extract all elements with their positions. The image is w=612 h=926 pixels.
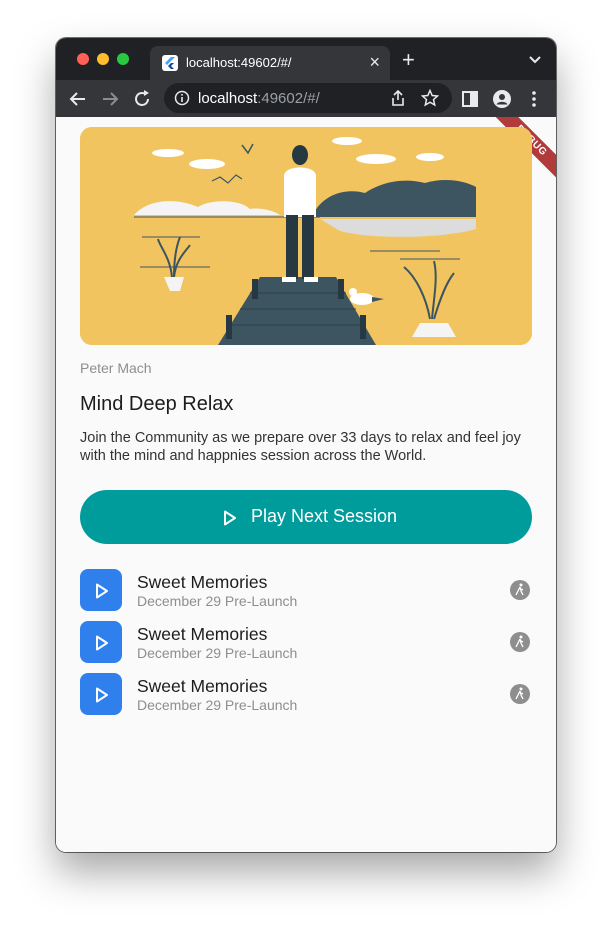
browser-menu-icon[interactable] [524, 89, 544, 109]
walking-person-icon[interactable] [510, 632, 530, 652]
play-icon [96, 583, 108, 599]
list-item-subtitle: December 29 Pre-Launch [137, 593, 298, 609]
share-icon[interactable] [390, 89, 406, 112]
list-item[interactable]: Sweet Memories December 29 Pre-Launch [80, 621, 532, 667]
play-icon [96, 635, 108, 651]
profile-avatar-icon[interactable] [492, 89, 512, 109]
list-item[interactable]: Sweet Memories December 29 Pre-Launch [80, 673, 532, 719]
reload-icon[interactable] [132, 89, 152, 109]
app-content: DEBUG [56, 117, 556, 852]
play-next-session-label: Play Next Session [251, 506, 398, 526]
play-thumbnail-button[interactable] [80, 569, 122, 611]
play-thumbnail-button[interactable] [80, 673, 122, 715]
play-thumbnail-button[interactable] [80, 621, 122, 663]
forward-icon[interactable] [100, 89, 120, 109]
walking-person-icon[interactable] [510, 684, 530, 704]
list-item-title: Sweet Memories [137, 624, 268, 644]
back-icon[interactable] [68, 89, 88, 109]
minimize-window-button[interactable] [97, 53, 109, 65]
site-info-icon[interactable] [174, 90, 190, 111]
list-item-subtitle: December 29 Pre-Launch [137, 697, 298, 713]
list-item[interactable]: Sweet Memories December 29 Pre-Launch [80, 569, 532, 615]
play-next-session-button[interactable]: Play Next Session [80, 490, 532, 544]
walking-person-icon[interactable] [510, 580, 530, 600]
author-name: Peter Mach [80, 360, 152, 376]
browser-toolbar: localhost:49602/#/ [56, 80, 556, 117]
flutter-favicon-icon [162, 55, 178, 71]
tab-search-chevron-icon[interactable] [528, 52, 542, 70]
new-tab-button[interactable]: + [402, 48, 415, 72]
tab-active[interactable]: localhost:49602/#/ × [150, 46, 390, 80]
list-item-title: Sweet Memories [137, 572, 268, 592]
play-icon [223, 510, 237, 529]
tab-close-icon[interactable]: × [369, 52, 380, 72]
bookmark-star-icon[interactable] [420, 88, 440, 112]
browser-window: localhost:49602/#/ × + localhost:49602/#… [56, 38, 556, 852]
session-title: Mind Deep Relax [80, 393, 234, 415]
session-description: Join the Community as we prepare over 33… [80, 430, 521, 464]
address-bar[interactable]: localhost:49602/#/ [164, 83, 452, 113]
list-item-subtitle: December 29 Pre-Launch [137, 645, 298, 661]
url-host: localhost [198, 90, 258, 107]
side-panel-icon[interactable] [460, 89, 480, 109]
play-icon [96, 687, 108, 703]
maximize-window-button[interactable] [117, 53, 129, 65]
url-path: :49602/#/ [257, 90, 320, 107]
hero-illustration [80, 127, 532, 345]
url-text: localhost:49602/#/ [198, 90, 320, 107]
tab-title: localhost:49602/#/ [186, 55, 292, 70]
close-window-button[interactable] [77, 53, 89, 65]
tab-bar: localhost:49602/#/ × + [56, 38, 556, 80]
list-item-title: Sweet Memories [137, 676, 268, 696]
